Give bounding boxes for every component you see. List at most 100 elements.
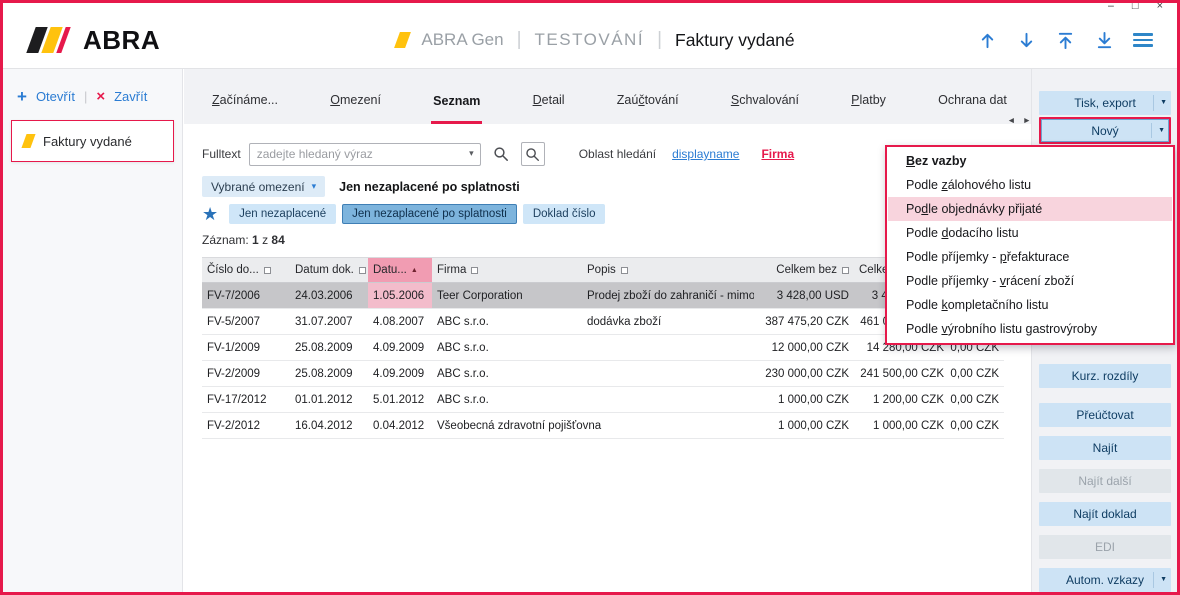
abra-logo-icon bbox=[25, 26, 71, 54]
column-header-datum-sorted[interactable]: Datu...▲ bbox=[368, 258, 432, 282]
table-row[interactable]: FV-2/2009 25.08.2009 4.09.2009 ABC s.r.o… bbox=[202, 361, 1004, 387]
record-counter-label: Záznam: bbox=[202, 233, 249, 247]
table-cell: 31.07.2007 bbox=[290, 309, 368, 334]
table-cell: 0,00 CZK bbox=[949, 413, 1004, 438]
filter-chip-active[interactable]: Jen nezaplacené po splatnosti bbox=[342, 204, 517, 224]
new-menu-item[interactable]: Podle dodacího listu bbox=[888, 221, 1172, 245]
column-filter-icon[interactable] bbox=[471, 267, 478, 274]
column-filter-icon[interactable] bbox=[621, 267, 628, 274]
table-row[interactable]: FV-17/2012 01.01.2012 5.01.2012 ABC s.r.… bbox=[202, 387, 1004, 413]
table-cell: 0,00 CZK bbox=[949, 361, 1004, 386]
sidebar-item-label: Faktury vydané bbox=[43, 134, 132, 149]
filter-chip[interactable]: Jen nezaplacené bbox=[229, 204, 336, 224]
column-header-popis[interactable]: Popis bbox=[582, 258, 754, 282]
column-filter-icon[interactable] bbox=[842, 267, 849, 274]
column-header-celkem-bez[interactable]: Celkem bez bbox=[754, 258, 854, 282]
new-menu-item-highlighted[interactable]: Podle objednávky přijaté bbox=[888, 197, 1172, 221]
window-close-button[interactable]: × bbox=[1157, 3, 1163, 8]
column-header-datum-dok[interactable]: Datum dok. bbox=[290, 258, 368, 282]
sidebar-toolbar: + Otevřít | × Zavřít bbox=[3, 69, 182, 116]
tab-schvalovani[interactable]: Schvalování bbox=[729, 69, 801, 124]
dropdown-arrow-icon[interactable]: ▼ bbox=[1160, 99, 1167, 107]
scroll-right-icon[interactable]: ► bbox=[1023, 115, 1031, 125]
table-cell: 1.05.2006 bbox=[368, 283, 432, 308]
firma-link[interactable]: Firma bbox=[761, 147, 794, 161]
arrow-to-top-icon[interactable] bbox=[1055, 30, 1075, 50]
sort-asc-icon: ▲ bbox=[411, 267, 418, 274]
button-edi: EDI bbox=[1039, 535, 1171, 559]
tab-zauctovani[interactable]: Zaúčtování bbox=[615, 69, 681, 124]
product-slash-icon bbox=[394, 32, 411, 48]
tab-zaciname[interactable]: Začínáme... bbox=[210, 69, 280, 124]
record-counter-current: 1 bbox=[252, 233, 259, 247]
table-cell: dodávka zboží bbox=[582, 309, 754, 334]
table-cell: 1 000,00 CZK bbox=[754, 413, 854, 438]
tab-omezeni[interactable]: Omezení bbox=[328, 69, 383, 124]
table-cell: 230 000,00 CZK bbox=[754, 361, 854, 386]
new-menu-item[interactable]: Podle příjemky - vrácení zboží bbox=[888, 269, 1172, 293]
tab-platby[interactable]: Platby bbox=[849, 69, 888, 124]
fulltext-input[interactable] bbox=[249, 143, 481, 166]
search-button[interactable] bbox=[489, 142, 513, 166]
button-kurz-rozdily[interactable]: Kurz. rozdíly bbox=[1039, 364, 1171, 388]
arrow-to-bottom-icon[interactable] bbox=[1094, 30, 1114, 50]
hamburger-menu-icon[interactable] bbox=[1133, 33, 1153, 47]
arrow-up-icon[interactable] bbox=[977, 30, 997, 50]
table-cell: 4.09.2009 bbox=[368, 335, 432, 360]
close-button[interactable]: Zavřít bbox=[114, 89, 147, 104]
sidebar-item-faktury-vydane[interactable]: Faktury vydané bbox=[11, 120, 174, 162]
tab-seznam[interactable]: Seznam bbox=[431, 69, 482, 124]
new-menu-item[interactable]: Podle zálohového listu bbox=[888, 173, 1172, 197]
button-tisk-export[interactable]: Tisk, export ▼ bbox=[1039, 91, 1171, 115]
table-cell: ABC s.r.o. bbox=[432, 361, 582, 386]
new-menu-item[interactable]: Bez vazby bbox=[888, 149, 1172, 173]
window-minimize-button[interactable]: – bbox=[1108, 3, 1114, 8]
column-header-cislo[interactable]: Číslo do... bbox=[202, 258, 290, 282]
new-menu-item[interactable]: Podle kompletačního listu bbox=[888, 293, 1172, 317]
button-najit-doklad[interactable]: Najít doklad bbox=[1039, 502, 1171, 526]
product-name: ABRA Gen bbox=[421, 30, 503, 50]
open-button[interactable]: Otevřít bbox=[36, 89, 75, 104]
restriction-selector[interactable]: Vybrané omezení ▾ bbox=[202, 176, 325, 197]
button-novy[interactable]: Nový ▼ bbox=[1039, 117, 1171, 144]
column-header-firma[interactable]: Firma bbox=[432, 258, 582, 282]
divider: | bbox=[84, 89, 87, 104]
button-najit[interactable]: Najít bbox=[1039, 436, 1171, 460]
star-icon[interactable]: ★ bbox=[202, 204, 218, 224]
environment-label: TESTOVÁNÍ bbox=[535, 30, 645, 50]
arrow-down-icon[interactable] bbox=[1016, 30, 1036, 50]
table-cell: Teer Corporation bbox=[432, 283, 582, 308]
tab-ochrana-dat[interactable]: Ochrana dat bbox=[936, 69, 1009, 124]
table-cell: 387 475,20 CZK bbox=[754, 309, 854, 334]
search-scope-label: Oblast hledání bbox=[579, 147, 656, 161]
column-filter-icon[interactable] bbox=[264, 267, 271, 274]
plus-icon: + bbox=[17, 90, 27, 103]
table-header-row: Číslo do... Datum dok. Datu...▲ Firma Po… bbox=[202, 257, 1004, 283]
new-menu-item[interactable]: Podle výrobního listu gastrovýroby bbox=[888, 317, 1172, 341]
table-row[interactable]: FV-5/2007 31.07.2007 4.08.2007 ABC s.r.o… bbox=[202, 309, 1004, 335]
table-cell: 25.08.2009 bbox=[290, 361, 368, 386]
divider bbox=[1151, 123, 1152, 138]
header-breadcrumb: ABRA Gen | TESTOVÁNÍ | Faktury vydané bbox=[215, 29, 977, 51]
button-autom-vzkazy[interactable]: Autom. vzkazy ▼ bbox=[1039, 568, 1171, 592]
tab-detail[interactable]: Detail bbox=[531, 69, 567, 124]
new-menu-item[interactable]: Podle příjemky - přefakturace bbox=[888, 245, 1172, 269]
divider bbox=[1153, 572, 1154, 588]
button-preuctovat[interactable]: Přeúčtovat bbox=[1039, 403, 1171, 427]
scroll-left-icon[interactable]: ◄ bbox=[1007, 115, 1015, 125]
dropdown-arrow-icon[interactable]: ▼ bbox=[1158, 127, 1165, 135]
advanced-search-button[interactable] bbox=[521, 142, 545, 166]
table-row[interactable]: FV-2/2012 16.04.2012 0.04.2012 Všeobecná… bbox=[202, 413, 1004, 439]
new-dropdown-menu: Bez vazby Podle zálohového listu Podle o… bbox=[885, 145, 1175, 345]
column-filter-icon[interactable] bbox=[359, 267, 366, 274]
table-cell: FV-5/2007 bbox=[202, 309, 290, 334]
dropdown-arrow-icon[interactable]: ▼ bbox=[1160, 576, 1167, 584]
table-row[interactable]: FV-1/2009 25.08.2009 4.09.2009 ABC s.r.o… bbox=[202, 335, 1004, 361]
window-maximize-button[interactable]: □ bbox=[1132, 3, 1139, 8]
filter-chip[interactable]: Doklad číslo bbox=[523, 204, 606, 224]
table-cell: FV-17/2012 bbox=[202, 387, 290, 412]
chevron-down-icon[interactable]: ▾ bbox=[469, 148, 474, 159]
displayname-link[interactable]: displayname bbox=[672, 147, 739, 161]
table-row[interactable]: FV-7/2006 24.03.2006 1.05.2006 Teer Corp… bbox=[202, 283, 1004, 309]
invoice-table: Číslo do... Datum dok. Datu...▲ Firma Po… bbox=[202, 257, 1004, 439]
